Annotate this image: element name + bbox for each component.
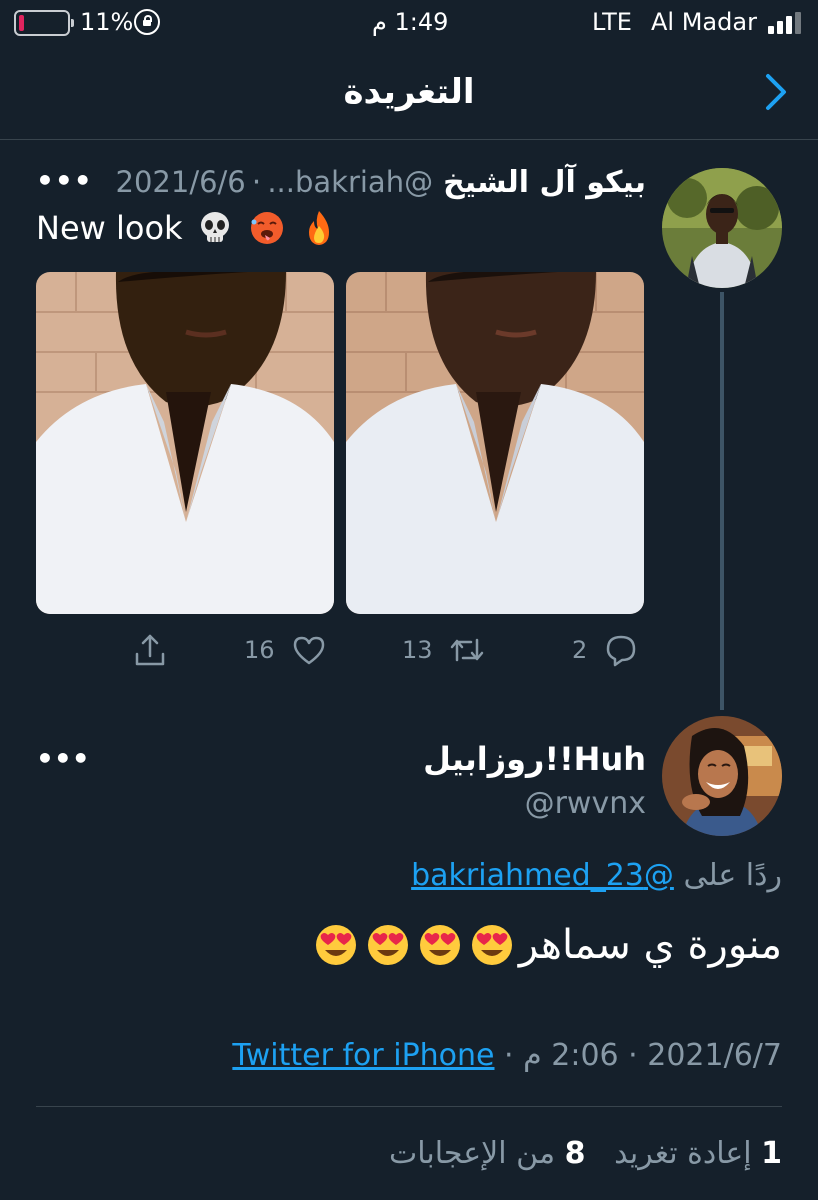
likes-stat[interactable]: 8 من الإعجابات — [389, 1136, 585, 1171]
avatar[interactable] — [662, 716, 782, 836]
tweet-text-content: منورة ي سماهر — [518, 922, 782, 968]
battery-level — [19, 15, 24, 31]
author-name[interactable]: بيكو آل الشيخ — [443, 165, 646, 200]
retweets-stat[interactable]: 1 إعادة تغريد — [614, 1136, 782, 1171]
reply-button[interactable]: 2 — [572, 632, 639, 668]
like-button[interactable]: 16 — [244, 632, 327, 668]
status-time: 1:49 م — [372, 8, 449, 36]
share-button[interactable] — [132, 632, 168, 668]
fire-emoji — [308, 211, 329, 245]
network-type: LTE — [592, 8, 632, 36]
engagement-stats: 1 إعادة تغريد 8 من الإعجابات — [389, 1136, 782, 1171]
divider — [36, 1106, 782, 1107]
battery-percent: 11% — [80, 8, 134, 36]
author-name[interactable]: روزابيل!!Huh — [423, 740, 646, 778]
retweet-count: 13 — [402, 636, 433, 664]
replying-to-link[interactable]: @bakriahmed_23 — [411, 858, 674, 893]
reply-icon — [607, 635, 636, 667]
like-count: 16 — [244, 636, 275, 664]
tweet-photo[interactable] — [346, 272, 644, 614]
likes-label: من الإعجابات — [389, 1136, 556, 1171]
page-title: التغريدة — [343, 72, 475, 112]
more-options-button[interactable]: ••• — [36, 164, 93, 197]
separator-dot: · — [251, 164, 262, 200]
signal-strength-icon — [768, 12, 804, 34]
tweet-header: بيكو آل الشيخ @bakriah... · 2021/6/6 — [116, 162, 646, 202]
tweet-text: New look — [36, 208, 339, 248]
separator-dot: · — [494, 1038, 514, 1073]
retweet-icon — [450, 638, 483, 662]
chevron-right-icon — [766, 74, 786, 110]
heart-eyes-emoji — [471, 925, 512, 965]
tweet-text: منورة ي سماهر — [311, 922, 782, 968]
tweet-actions: 2 13 16 — [0, 632, 818, 676]
heart-eyes-emoji — [419, 925, 460, 965]
status-bar: 11% 1:49 م LTE Al Madar — [0, 0, 818, 50]
retweet-button[interactable]: 13 — [402, 632, 485, 668]
skull-emoji — [200, 212, 229, 242]
author-handle: @bakriah... — [267, 165, 434, 199]
tweet-source-link[interactable]: Twitter for iPhone — [232, 1038, 494, 1073]
likes-count: 8 — [564, 1136, 586, 1171]
rotation-lock-icon — [134, 9, 160, 35]
heart-eyes-emoji — [367, 925, 408, 965]
heart-eyes-emoji — [315, 925, 356, 965]
tweet-metadata: 2021/6/7 · 2:06 م · Twitter for iPhone — [232, 1038, 782, 1073]
heart-icon — [293, 636, 324, 665]
nav-header: التغريدة — [0, 50, 818, 140]
tweet-text-content: New look — [36, 209, 183, 247]
replying-to-label: ردًا على — [683, 858, 782, 893]
separator-dot: · — [618, 1038, 638, 1073]
tweet-time: 2:06 م — [523, 1038, 619, 1073]
carrier-name: Al Madar — [651, 8, 757, 36]
tweet-date: 2021/6/6 — [115, 165, 246, 199]
tweet-photo[interactable] — [36, 272, 334, 614]
back-button[interactable] — [756, 68, 796, 116]
battery-icon — [14, 10, 74, 36]
tweet-date: 2021/6/7 — [647, 1038, 782, 1073]
share-icon — [135, 634, 165, 666]
reply-count: 2 — [572, 636, 588, 664]
replying-to: ردًا على @bakriahmed_23 — [411, 858, 782, 893]
hot-face-emoji — [250, 212, 283, 244]
more-options-button[interactable]: ••• — [36, 742, 90, 775]
retweets-count: 1 — [761, 1136, 782, 1171]
avatar[interactable] — [662, 168, 782, 288]
author-handle: @rwvnx — [524, 786, 646, 821]
retweets-label: إعادة تغريد — [614, 1136, 752, 1171]
